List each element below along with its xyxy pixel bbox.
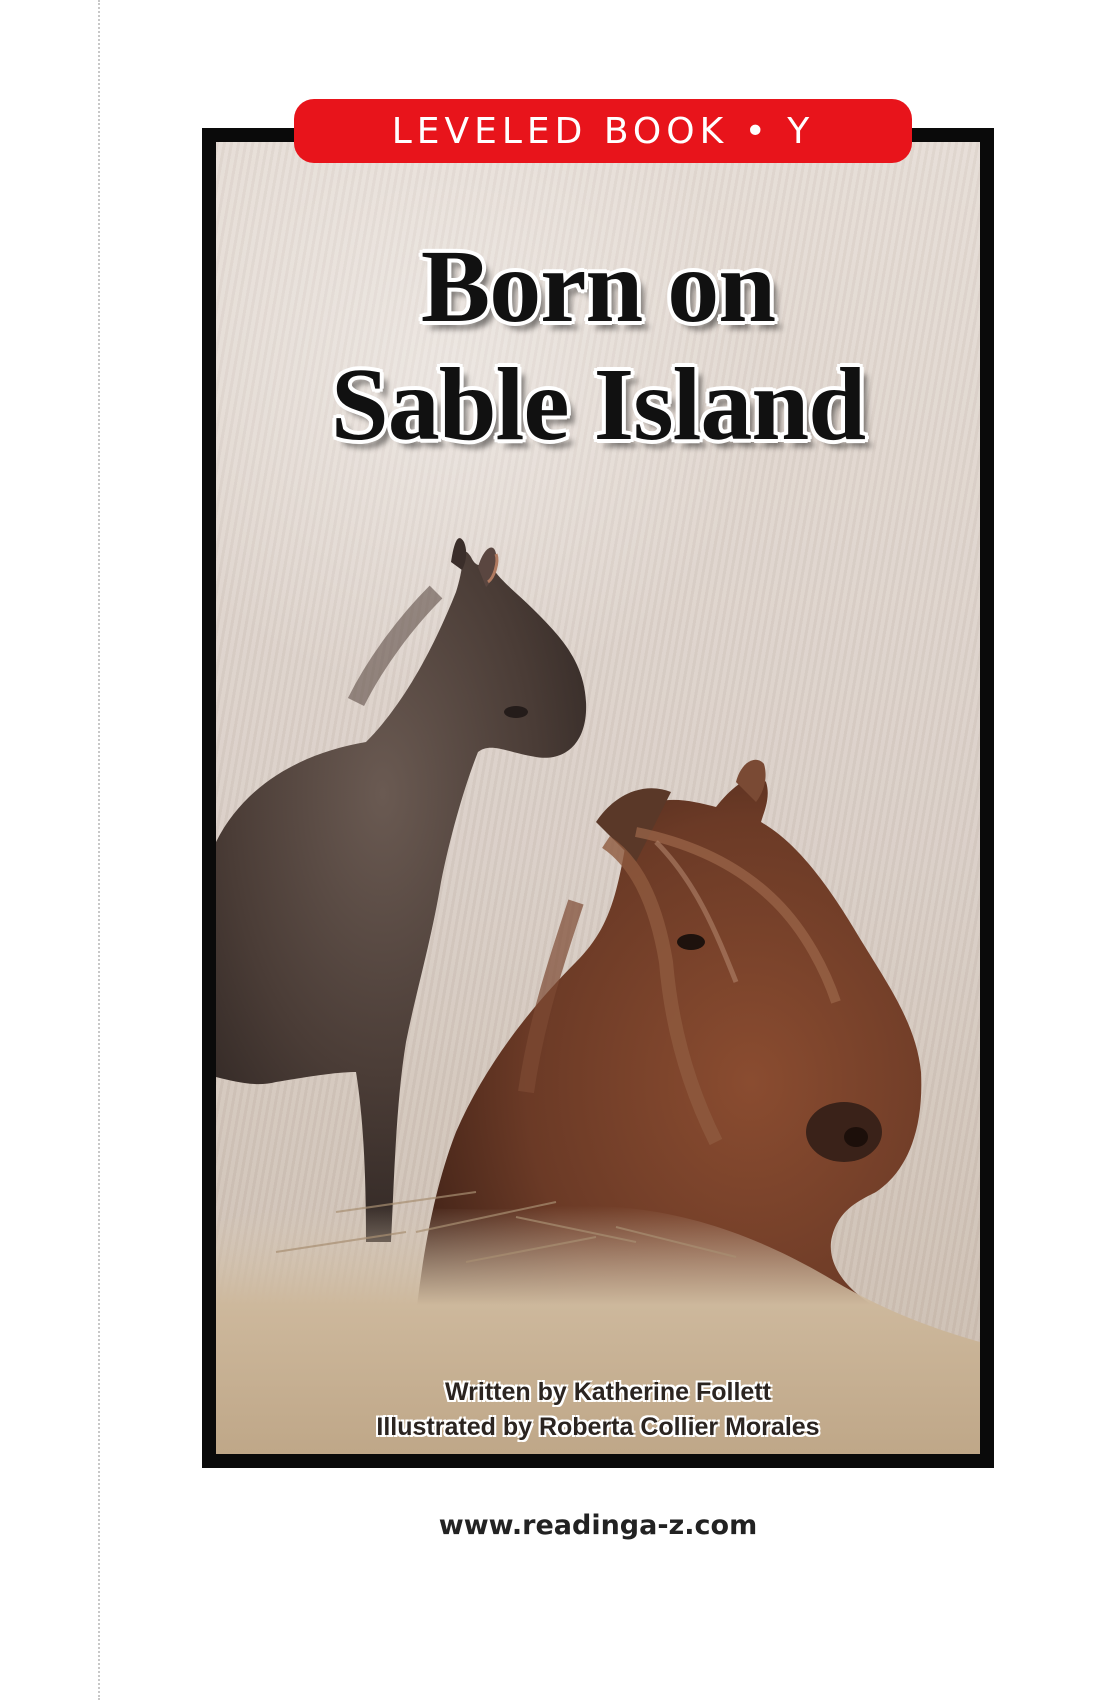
book-title-line-2: Sable Island xyxy=(330,347,866,462)
book-title: Born on Sable Island xyxy=(202,228,994,464)
book-title-line-1: Born on xyxy=(420,229,776,344)
writer-credit: Written by Katherine Follett xyxy=(445,1378,771,1406)
leveled-book-label: LEVELED BOOK • Y xyxy=(391,110,815,152)
page-fold-line xyxy=(98,0,100,1700)
book-credits: Written by Katherine Follett Illustrated… xyxy=(202,1375,994,1445)
leveled-book-badge: LEVELED BOOK • Y xyxy=(294,99,912,163)
publisher-url[interactable]: www.readinga-z.com xyxy=(202,1510,994,1541)
illustrator-credit: Illustrated by Roberta Collier Morales xyxy=(376,1413,820,1441)
